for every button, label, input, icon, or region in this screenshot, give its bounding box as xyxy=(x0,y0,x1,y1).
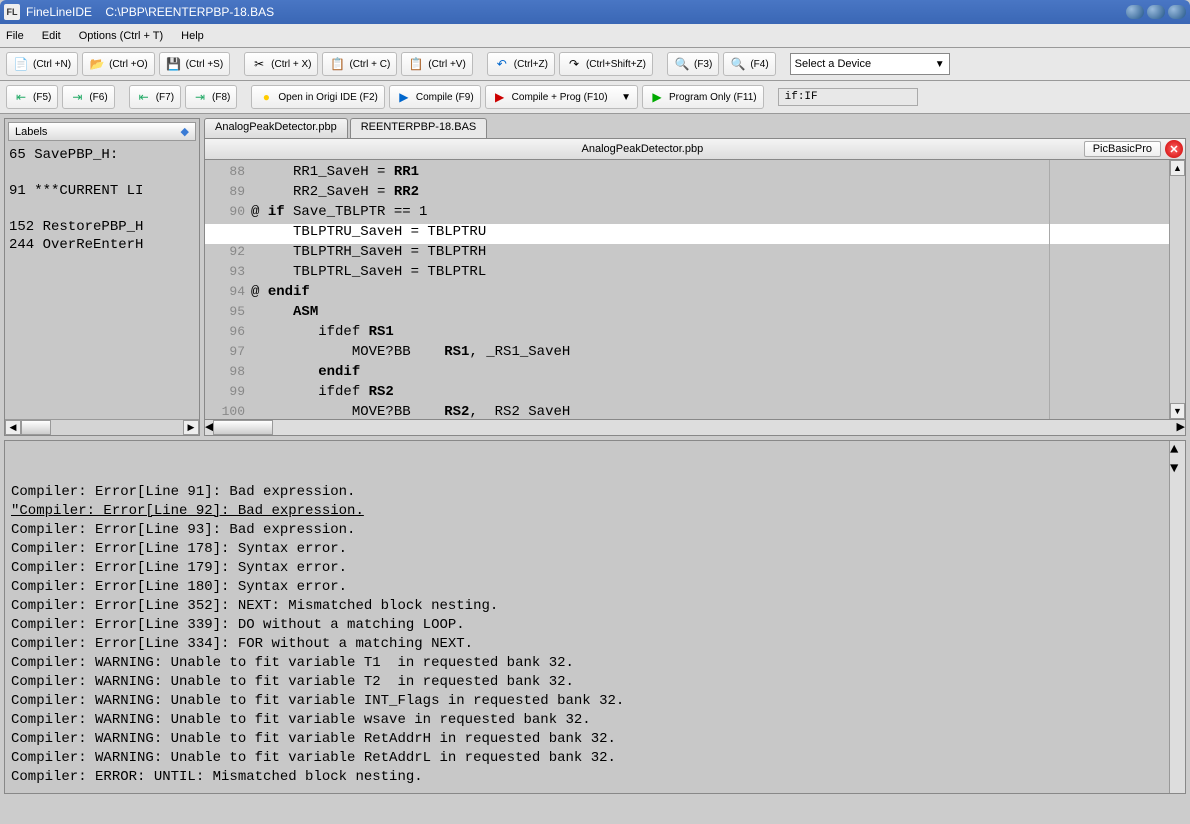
scroll-down-icon[interactable]: ▼ xyxy=(1170,460,1185,479)
scroll-right-icon[interactable]: ▶ xyxy=(183,420,199,435)
indent-left-button[interactable]: ⇤(F5) xyxy=(6,85,58,109)
step-over-icon: ⇥ xyxy=(192,89,208,105)
tab-reenterpbp[interactable]: REENTERPBP-18.BAS xyxy=(350,118,488,138)
output-vscrollbar[interactable]: ▲ ▼ xyxy=(1169,441,1185,793)
output-line: Compiler: WARNING: Unable to fit variabl… xyxy=(11,711,1179,730)
code-vscrollbar[interactable]: ▲ ▼ xyxy=(1169,160,1185,419)
output-line: Compiler: Error[Line 91]: Bad expression… xyxy=(11,483,1179,502)
f8-button[interactable]: ⇥(F8) xyxy=(185,85,237,109)
folder-open-icon: 📂 xyxy=(89,56,105,72)
tab-analogpeak[interactable]: AnalogPeakDetector.pbp xyxy=(204,118,348,138)
code-lines[interactable]: RR1_SaveH = RR1 RR2_SaveH = RR2@ if Save… xyxy=(251,160,1169,419)
minimize-button[interactable] xyxy=(1126,5,1144,19)
maximize-button[interactable] xyxy=(1147,5,1165,19)
scroll-left-icon[interactable]: ◀ xyxy=(205,420,213,435)
menu-options[interactable]: Options (Ctrl + T) xyxy=(79,30,163,42)
play-red-icon: ▶ xyxy=(492,89,508,105)
output-line: Compiler: Error[Line 180]: Syntax error. xyxy=(11,578,1179,597)
output-line: Compiler: Error[Line 334]: FOR without a… xyxy=(11,635,1179,654)
output-line: "Compiler: Error[Line 92]: Bad expressio… xyxy=(11,502,1179,521)
scissors-icon: ✂ xyxy=(251,56,267,72)
scroll-right-icon[interactable]: ▶ xyxy=(1177,420,1185,435)
app-title: FineLineIDE C:\PBP\REENTERPBP-18.BAS xyxy=(26,5,274,19)
copy-icon: 📋 xyxy=(329,56,345,72)
output-line: Compiler: WARNING: Unable to fit variabl… xyxy=(11,692,1179,711)
labels-header[interactable]: Labels◆ xyxy=(8,122,196,141)
redo-icon: ↷ xyxy=(566,56,582,72)
device-select[interactable]: Select a Device▼ xyxy=(790,53,950,75)
file-header: AnalogPeakDetector.pbp PicBasicPro ✕ xyxy=(204,138,1186,160)
editor-tabs: AnalogPeakDetector.pbp REENTERPBP-18.BAS xyxy=(204,118,1186,138)
indent-icon: ⇤ xyxy=(13,89,29,105)
save-disk-icon: 💾 xyxy=(166,56,182,72)
indent-right-button[interactable]: ⇥(F6) xyxy=(62,85,114,109)
output-line: Compiler: WARNING: Unable to fit variabl… xyxy=(11,673,1179,692)
replace-button[interactable]: 🔍(F4) xyxy=(723,52,775,76)
play-green-icon: ▶ xyxy=(649,89,665,105)
output-line: Compiler: WARNING: Unable to fit variabl… xyxy=(11,749,1179,768)
code-hscrollbar[interactable]: ◀ ▶ xyxy=(204,420,1186,436)
output-line: Compiler: Error[Line 339]: DO without a … xyxy=(11,616,1179,635)
output-line: Compiler: WARNING: Unable to fit variabl… xyxy=(11,654,1179,673)
menu-edit[interactable]: Edit xyxy=(42,30,61,42)
toolbar-row-2: ⇤(F5) ⇥(F6) ⇤(F7) ⇥(F8) ●Open in Origi I… xyxy=(0,81,1190,114)
code-area[interactable]: 888990919293949596979899100 RR1_SaveH = … xyxy=(204,160,1186,420)
step-icon: ⇤ xyxy=(136,89,152,105)
labels-list[interactable]: 65 SavePBP_H: 91 ***CURRENT LI 152 Resto… xyxy=(5,144,199,419)
menu-help[interactable]: Help xyxy=(181,30,204,42)
new-button[interactable]: 📄(Ctrl +N) xyxy=(6,52,78,76)
file-name: AnalogPeakDetector.pbp xyxy=(205,143,1080,155)
close-button[interactable] xyxy=(1168,5,1186,19)
code-panel: AnalogPeakDetector.pbp REENTERPBP-18.BAS… xyxy=(204,118,1186,436)
toolbar-row-1: 📄(Ctrl +N) 📂(Ctrl +O) 💾(Ctrl +S) ✂(Ctrl … xyxy=(0,48,1190,81)
save-button[interactable]: 💾(Ctrl +S) xyxy=(159,52,231,76)
program-only-button[interactable]: ▶Program Only (F11) xyxy=(642,85,764,109)
scroll-down-icon[interactable]: ▼ xyxy=(1170,403,1185,419)
open-origi-button[interactable]: ●Open in Origi IDE (F2) xyxy=(251,85,384,109)
menubar: File Edit Options (Ctrl + T) Help xyxy=(0,24,1190,48)
app-icon: FL xyxy=(4,4,20,20)
snippet-box[interactable]: if:IF xyxy=(778,88,918,106)
open-button[interactable]: 📂(Ctrl +O) xyxy=(82,52,155,76)
language-badge[interactable]: PicBasicPro xyxy=(1084,141,1161,157)
output-line: Compiler: Error[Line 179]: Syntax error. xyxy=(11,559,1179,578)
output-line: Compiler: Error[Line 178]: Syntax error. xyxy=(11,540,1179,559)
find-button[interactable]: 🔍(F3) xyxy=(667,52,719,76)
new-file-icon: 📄 xyxy=(13,56,29,72)
output-line: Compiler: ERROR: UNTIL: Mismatched block… xyxy=(11,768,1179,787)
menu-file[interactable]: File xyxy=(6,30,24,42)
dropdown-arrow-icon: ▼ xyxy=(935,59,945,70)
paste-icon: 📋 xyxy=(408,56,424,72)
f7-button[interactable]: ⇤(F7) xyxy=(129,85,181,109)
play-blue-icon: ▶ xyxy=(396,89,412,105)
paste-button[interactable]: 📋(Ctrl +V) xyxy=(401,52,473,76)
scroll-up-icon[interactable]: ▲ xyxy=(1170,441,1185,460)
scroll-left-icon[interactable]: ◀ xyxy=(5,420,21,435)
right-margin-line xyxy=(1049,160,1050,419)
titlebar[interactable]: FL FineLineIDE C:\PBP\REENTERPBP-18.BAS xyxy=(0,0,1190,24)
line-gutter: 888990919293949596979899100 xyxy=(205,160,251,419)
cut-button[interactable]: ✂(Ctrl + X) xyxy=(244,52,318,76)
undo-icon: ↶ xyxy=(494,56,510,72)
compile-button[interactable]: ▶Compile (F9) xyxy=(389,85,481,109)
search-icon: 🔍 xyxy=(674,56,690,72)
compile-prog-button[interactable]: ▶Compile + Prog (F10) ▼ xyxy=(485,85,638,109)
labels-hscrollbar[interactable]: ◀ ▶ xyxy=(5,419,199,435)
dropdown-arrow-icon[interactable]: ▼ xyxy=(621,92,631,103)
redo-button[interactable]: ↷(Ctrl+Shift+Z) xyxy=(559,52,653,76)
labels-panel: Labels◆ 65 SavePBP_H: 91 ***CURRENT LI 1… xyxy=(4,118,200,436)
output-line: Compiler: Error[Line 93]: Bad expression… xyxy=(11,521,1179,540)
output-line: Compiler: Error[Line 352]: NEXT: Mismatc… xyxy=(11,597,1179,616)
close-file-button[interactable]: ✕ xyxy=(1165,140,1183,158)
diamond-icon: ◆ xyxy=(181,125,189,138)
outdent-icon: ⇥ xyxy=(69,89,85,105)
copy-button[interactable]: 📋(Ctrl + C) xyxy=(322,52,397,76)
output-panel[interactable]: Compiler: Error[Line 91]: Bad expression… xyxy=(4,440,1186,794)
search-replace-icon: 🔍 xyxy=(730,56,746,72)
undo-button[interactable]: ↶(Ctrl+Z) xyxy=(487,52,555,76)
output-line: Compiler: WARNING: Unable to fit variabl… xyxy=(11,730,1179,749)
scroll-up-icon[interactable]: ▲ xyxy=(1170,160,1185,176)
yellow-circle-icon: ● xyxy=(258,89,274,105)
